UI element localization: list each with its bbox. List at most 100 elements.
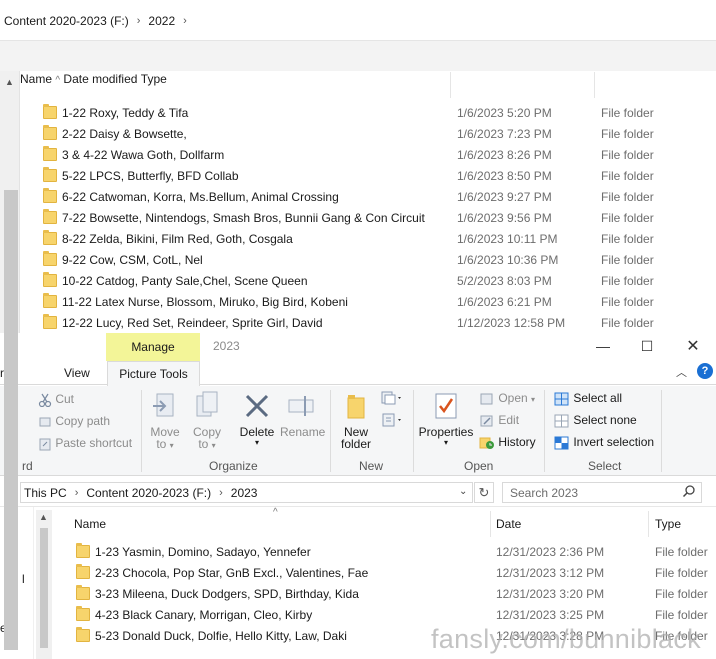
delete-button[interactable]: Delete ▾ <box>238 390 276 447</box>
sort-up-icon: ^ <box>55 75 61 86</box>
column-type[interactable]: Type <box>655 517 681 531</box>
table-row[interactable]: 3 & 4-22 Wawa Goth, Dollfarm 1/6/2023 8:2… <box>0 145 716 166</box>
scroll-up-icon[interactable]: ▲ <box>39 512 48 522</box>
row-date: 1/6/2023 10:11 PM <box>457 232 558 246</box>
row-type: File folder <box>601 211 654 225</box>
table-row[interactable]: 10-22 Catdog, Panty Sale,Chel, Scene Que… <box>0 271 716 292</box>
address-folder[interactable]: 2023 <box>231 486 258 500</box>
folder-icon <box>43 230 57 245</box>
address-breadcrumb: This PC › Content 2020-2023 (F:) › 2023 <box>24 486 257 500</box>
move-to-button[interactable]: Move to ▾ <box>150 390 180 451</box>
paste-shortcut-button[interactable]: Paste shortcut <box>38 436 132 451</box>
organize-group-label: Organize <box>209 459 258 473</box>
table-row[interactable]: 8-22 Zelda, Bikini, Film Red, Goth, Cosg… <box>0 229 716 250</box>
row-type: File folder <box>655 587 708 601</box>
scroll-up-icon[interactable]: ▲ <box>5 77 14 87</box>
minimize-button[interactable]: — <box>580 333 626 361</box>
address-history-dropdown-icon[interactable]: ⌄ <box>459 486 467 497</box>
address-this-pc[interactable]: This PC <box>24 486 67 500</box>
copy-to-button[interactable]: Copy to ▾ <box>192 390 222 451</box>
table-row[interactable]: 4-23 Black Canary, Morrigan, Cleo, Kirby… <box>0 605 716 626</box>
row-type: File folder <box>601 148 654 162</box>
folder-icon <box>43 167 57 182</box>
delete-x-icon <box>245 394 269 418</box>
table-row[interactable]: 3-23 Mileena, Duck Dodgers, SPD, Birthda… <box>0 584 716 605</box>
copy-path-label: Copy path <box>55 414 111 428</box>
table-row[interactable]: 9-22 Cow, CSM, CotL, Nel 1/6/2023 10:36 P… <box>0 250 716 271</box>
new-folder-button[interactable]: New folder <box>338 390 374 451</box>
select-none-button[interactable]: Select none <box>554 413 637 428</box>
column-date[interactable]: Date <box>496 517 521 531</box>
rename-button[interactable]: Rename <box>280 390 325 439</box>
row-date: 1/6/2023 9:27 PM <box>457 190 552 204</box>
row-type: File folder <box>601 190 654 204</box>
delete-label: Delete <box>239 425 275 439</box>
tab-view[interactable]: View <box>64 366 90 380</box>
search-icon[interactable] <box>682 484 696 498</box>
help-icon[interactable]: ? <box>697 363 713 379</box>
new-group-label: New <box>359 459 384 473</box>
table-row[interactable]: 12-22 Lucy, Red Set, Reindeer, Sprite Gi… <box>0 313 716 334</box>
edit-label: Edit <box>498 413 520 427</box>
folder-icon <box>76 543 90 558</box>
row-name: 8-22 Zelda, Bikini, Film Red, Goth, Cosg… <box>62 232 293 246</box>
refresh-button[interactable]: ↻ <box>474 482 494 503</box>
row-name: 12-22 Lucy, Red Set, Reindeer, Sprite Gi… <box>62 316 323 330</box>
table-row[interactable]: 2-23 Chocola, Pop Star, GnB Excl., Valen… <box>0 563 716 584</box>
row-name: 1-23 Yasmin, Domino, Sadayo, Yennefer <box>95 545 311 559</box>
column-name[interactable]: Name <box>74 517 106 531</box>
copy-to-icon <box>196 391 218 417</box>
select-all-button[interactable]: Select all <box>554 391 622 406</box>
table-row[interactable]: 6-22 Catwoman, Korra, Ms.Bellum, Animal … <box>0 187 716 208</box>
select-group-label: Select <box>588 459 622 473</box>
move-to-label-2: to <box>156 437 167 451</box>
edit-button[interactable]: Edit <box>479 413 519 428</box>
row-date: 1/6/2023 8:26 PM <box>457 148 552 162</box>
maximize-button[interactable]: ☐ <box>624 333 670 361</box>
row-name: 1-22 Roxy, Teddy & Tifa <box>62 106 189 120</box>
close-button[interactable]: ✕ <box>670 333 716 361</box>
folder-icon <box>43 251 57 266</box>
table-row[interactable]: 5-22 LPCS, Butterfly, BFD Collab 1/6/2023… <box>0 166 716 187</box>
table-row[interactable]: 1-23 Yasmin, Domino, Sadayo, Yennefer 12/… <box>0 542 716 563</box>
column-type[interactable]: Type <box>141 72 167 86</box>
row-type: File folder <box>601 274 654 288</box>
chevron-right-icon[interactable]: › <box>75 487 79 499</box>
tab-picture-tools[interactable]: Picture Tools <box>107 361 200 386</box>
easy-access-button[interactable] <box>380 412 404 431</box>
collapse-ribbon-icon[interactable]: ︿ <box>676 364 687 380</box>
copy-path-button[interactable]: Copy path <box>38 414 110 429</box>
breadcrumb-drive[interactable]: Content 2020-2023 (F:) <box>4 14 129 28</box>
row-date: 12/31/2023 3:12 PM <box>496 566 605 580</box>
row-name: 4-23 Black Canary, Morrigan, Cleo, Kirby <box>95 608 313 622</box>
cut-button[interactable]: Cut <box>38 392 74 407</box>
chevron-right-icon[interactable]: › <box>183 15 187 27</box>
manage-tab[interactable]: Manage <box>106 333 200 361</box>
address-drive[interactable]: Content 2020-2023 (F:) <box>86 486 211 500</box>
table-row[interactable]: 11-22 Latex Nurse, Blossom, Miruko, Big … <box>0 292 716 313</box>
table-row[interactable]: 1-22 Roxy, Teddy & Tifa 1/6/2023 5:20 PM F… <box>0 103 716 124</box>
table-row[interactable]: 2-22 Daisy & Bowsette, 1/6/2023 7:23 PM Fi… <box>0 124 716 145</box>
select-all-icon <box>554 392 569 406</box>
row-name: 3 & 4-22 Wawa Goth, Dollfarm <box>62 148 225 162</box>
column-date-modified[interactable]: Date modified <box>63 72 137 86</box>
column-name[interactable]: Name <box>20 72 52 86</box>
copy-path-icon <box>39 417 51 427</box>
new-item-button[interactable] <box>380 390 404 409</box>
invert-selection-button[interactable]: Invert selection <box>554 435 654 450</box>
open-group-label: Open <box>464 459 494 473</box>
watermark-text: fansly.com/bunniblack <box>431 624 701 654</box>
scissors-icon <box>38 393 52 407</box>
row-date: 1/6/2023 9:56 PM <box>457 211 552 225</box>
open-button[interactable]: Open ▾ <box>479 391 535 406</box>
invert-selection-icon <box>554 436 569 450</box>
properties-button[interactable]: Properties ▾ <box>418 390 474 447</box>
row-type: File folder <box>601 232 654 246</box>
folder-icon <box>43 293 57 308</box>
table-row[interactable]: 7-22 Bowsette, Nintendogs, Smash Bros, B… <box>0 208 716 229</box>
chevron-right-icon[interactable]: › <box>137 15 141 27</box>
breadcrumb-folder[interactable]: 2022 <box>148 14 175 28</box>
clipboard-group-label: rd <box>22 459 33 473</box>
history-button[interactable]: History <box>479 435 536 450</box>
chevron-right-icon[interactable]: › <box>219 487 223 499</box>
